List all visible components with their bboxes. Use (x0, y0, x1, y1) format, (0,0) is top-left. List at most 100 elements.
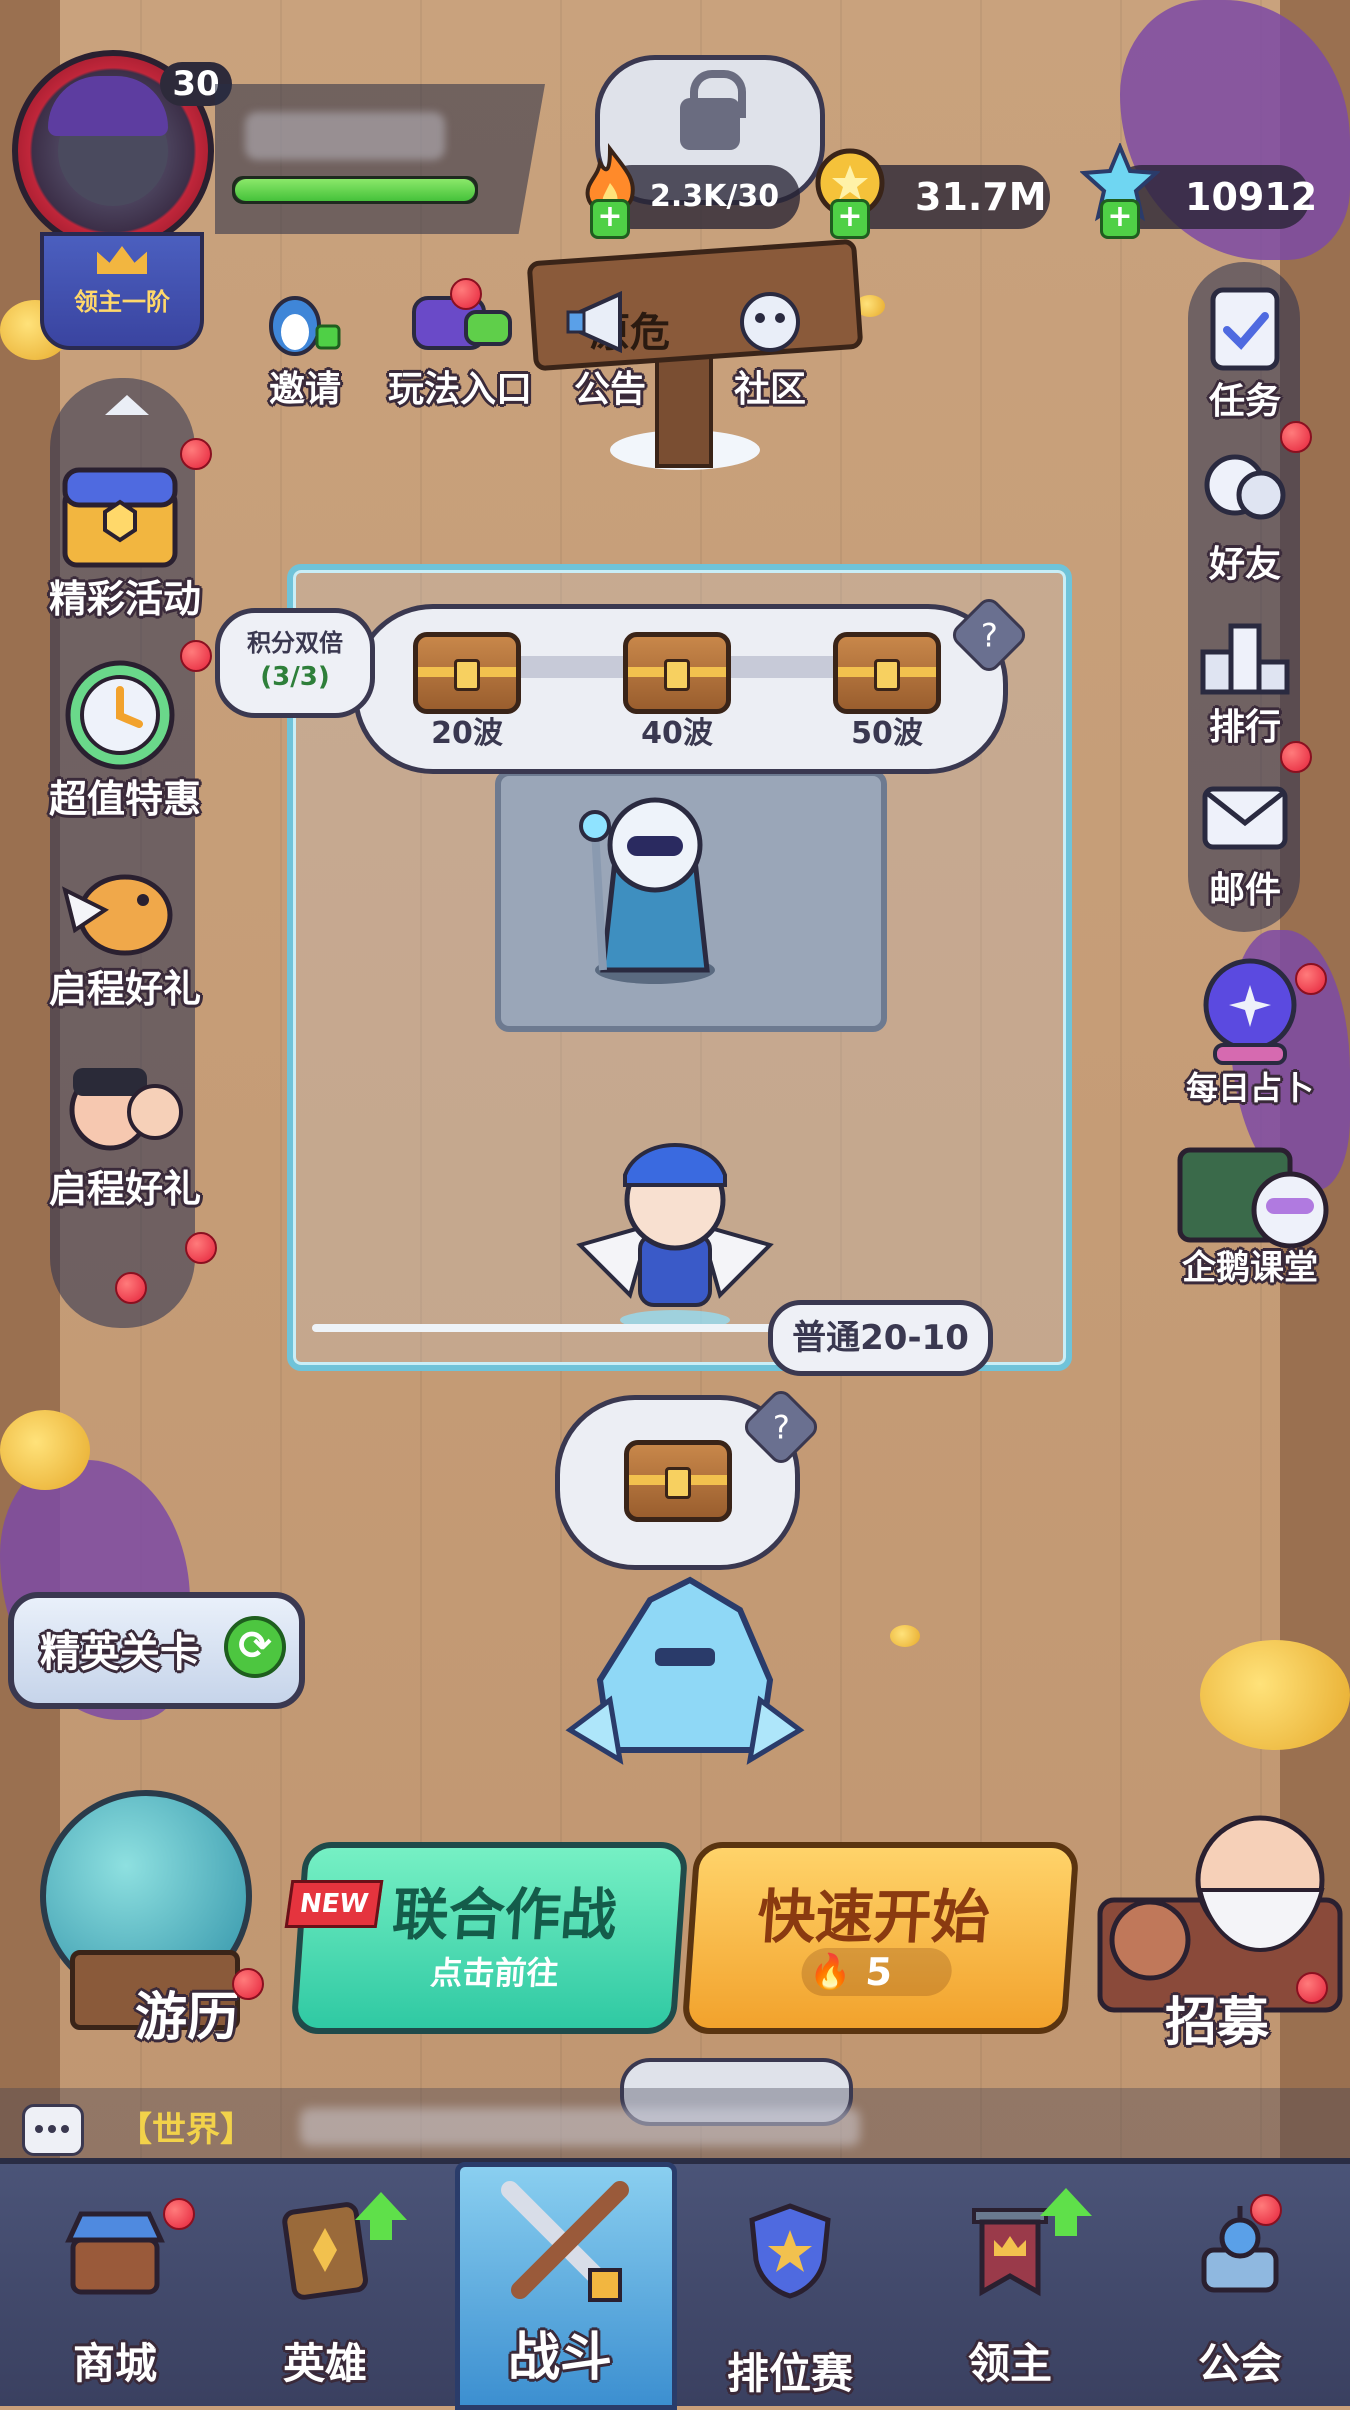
megaphone-icon (566, 290, 622, 354)
chest-icon (833, 632, 941, 714)
nav-label-guild: 公会 (1197, 2339, 1282, 2388)
notification-dot (115, 1272, 147, 1304)
recruit-label[interactable]: 招募 (1165, 1980, 1269, 2055)
gem-resource[interactable]: + 10912 (1080, 143, 1317, 239)
add-gem-button[interactable]: + (1100, 199, 1140, 239)
nav-tab-battle[interactable]: 战斗 (460, 2160, 660, 2400)
stage-progress-line (312, 1324, 792, 1332)
daily-divination-button[interactable]: 每日占卜 (1175, 955, 1327, 1107)
energy-resource[interactable]: + 2.3K/30 (585, 143, 800, 239)
left-menu-item-deals[interactable]: 超值特惠 (49, 640, 212, 821)
coop-battle-title: 联合作战 (390, 1883, 619, 1948)
gameplay-entry-shortcut[interactable]: 玩法入口 (388, 278, 532, 410)
nav-tab-shop[interactable]: 商城 (15, 2160, 215, 2400)
community-shortcut[interactable]: 社区 (720, 282, 820, 410)
nav-label-heroes: 英雄 (282, 2339, 367, 2388)
right-menu-item-friends[interactable]: 好友 (1195, 421, 1312, 585)
mail-label: 邮件 (1208, 870, 1281, 911)
coop-battle-subtitle: 点击前往 (429, 1954, 560, 1992)
gold-resource[interactable]: + 31.7M (815, 148, 1050, 239)
nav-label-battle: 战斗 (507, 2328, 612, 2388)
travel-label[interactable]: 游历 (135, 1975, 239, 2050)
penguin-class-label: 企鹅课堂 (1182, 1248, 1318, 1288)
nav-tab-heroes[interactable]: 英雄 (225, 2160, 425, 2400)
ranked-shield-icon (749, 2203, 831, 2299)
wave-label-50: 50波 (851, 716, 923, 751)
friends-icon (1204, 454, 1286, 520)
lord-rank-badge[interactable]: 领主一阶 (40, 232, 204, 350)
wave-reward-40[interactable]: 40波 (623, 632, 731, 751)
quick-start-button[interactable]: 快速开始 🔥 5 (681, 1842, 1080, 2034)
notification-dot (1295, 963, 1327, 995)
nav-tab-guild[interactable]: 公会 (1140, 2160, 1340, 2400)
treasure-chest-icon (62, 467, 178, 568)
clipboard-icon (1210, 287, 1280, 371)
podium-icon (1200, 623, 1290, 695)
right-menu-item-leaderboard[interactable]: 排行 (1195, 606, 1295, 748)
notification-dot (180, 640, 212, 672)
tasks-label: 任务 (1208, 381, 1281, 422)
announcement-shortcut[interactable]: 公告 (560, 282, 660, 410)
collapse-arrow-icon[interactable] (105, 395, 149, 415)
refresh-icon: ⟳ (224, 1616, 286, 1678)
notification-dot (1250, 2194, 1282, 2226)
experience-bar (232, 176, 478, 204)
gem-value: 10912 (1185, 175, 1318, 219)
ice-mage-boss (579, 797, 715, 984)
invite-shortcut[interactable]: 邀请 (255, 282, 355, 410)
rank-title: 领主一阶 (74, 288, 170, 316)
left-menu-item-starter-gift-2[interactable]: 启程好礼 (49, 1040, 201, 1211)
nav-tab-lord[interactable]: 领主 (910, 2160, 1110, 2400)
right-menu-item-tasks[interactable]: 任务 (1195, 280, 1295, 422)
penguin-class-button[interactable]: 企鹅课堂 (1170, 1140, 1330, 1288)
ice-golem-enemy (565, 1576, 805, 1765)
chat-icon[interactable] (22, 2104, 84, 2156)
notification-dot (1280, 741, 1312, 773)
mail-icon (1202, 786, 1288, 850)
double-points-label: 积分双倍 (247, 629, 343, 657)
double-points-count: (3/3) (260, 662, 330, 692)
left-menu-item-starter-gift-1[interactable]: 启程好礼 (49, 840, 201, 1011)
community-label: 社区 (733, 369, 806, 410)
double-points-badge[interactable]: 积分双倍 (3/3) (215, 608, 375, 718)
crown-icon (97, 246, 147, 274)
elite-stage-label: 精英关卡 (40, 1630, 200, 1676)
heroes-icon (69, 1068, 183, 1151)
add-energy-button[interactable]: + (590, 199, 630, 239)
nav-tab-ranked[interactable]: 排位赛 (690, 2160, 890, 2400)
chest-icon (413, 632, 521, 714)
flame-icon: 🔥 (808, 1952, 854, 1992)
griffin-icon (62, 874, 173, 956)
player-name-obscured (245, 112, 445, 160)
new-badge: NEW (284, 1880, 384, 1928)
right-menu-item-mail[interactable]: 邮件 (1195, 741, 1312, 911)
notification-dot (1280, 421, 1312, 453)
community-icon (740, 292, 800, 352)
wave-label-40: 40波 (641, 716, 713, 751)
notification-dot (185, 1232, 217, 1264)
stage-name-tag[interactable]: 普通20-10 (768, 1300, 993, 1376)
elite-stage-button[interactable]: 精英关卡 ⟳ (8, 1592, 305, 1709)
announcement-label: 公告 (573, 369, 646, 410)
notification-dot (163, 2198, 195, 2230)
gameplay-entry-label: 玩法入口 (387, 369, 532, 410)
clock-icon (65, 660, 175, 770)
coop-battle-button[interactable]: 联合作战 点击前往 (290, 1842, 689, 2034)
starter-gift-label-1: 启程好礼 (48, 967, 201, 1011)
nav-label-shop: 商城 (72, 2339, 157, 2388)
wave-reward-20[interactable]: 20波 (413, 632, 521, 751)
energy-cost: 🔥 5 (799, 1948, 954, 1996)
wave-reward-50[interactable]: 50波 (833, 632, 941, 751)
left-menu-item-events[interactable]: 精彩活动 (49, 438, 212, 621)
quick-start-title: 快速开始 (755, 1883, 992, 1951)
penguin-invite-icon (269, 296, 341, 356)
chat-channel-label: 【世界】 (118, 2110, 254, 2150)
events-label: 精彩活动 (48, 577, 201, 621)
winged-hero-character (576, 1143, 774, 1330)
add-gold-button[interactable]: + (830, 199, 870, 239)
friends-label: 好友 (1208, 544, 1281, 585)
energy-value: 2.3K/30 (650, 179, 780, 214)
gold-value: 31.7M (915, 175, 1047, 219)
crossed-swords-icon (501, 2181, 629, 2302)
energy-cost-value: 5 (864, 1950, 894, 1994)
